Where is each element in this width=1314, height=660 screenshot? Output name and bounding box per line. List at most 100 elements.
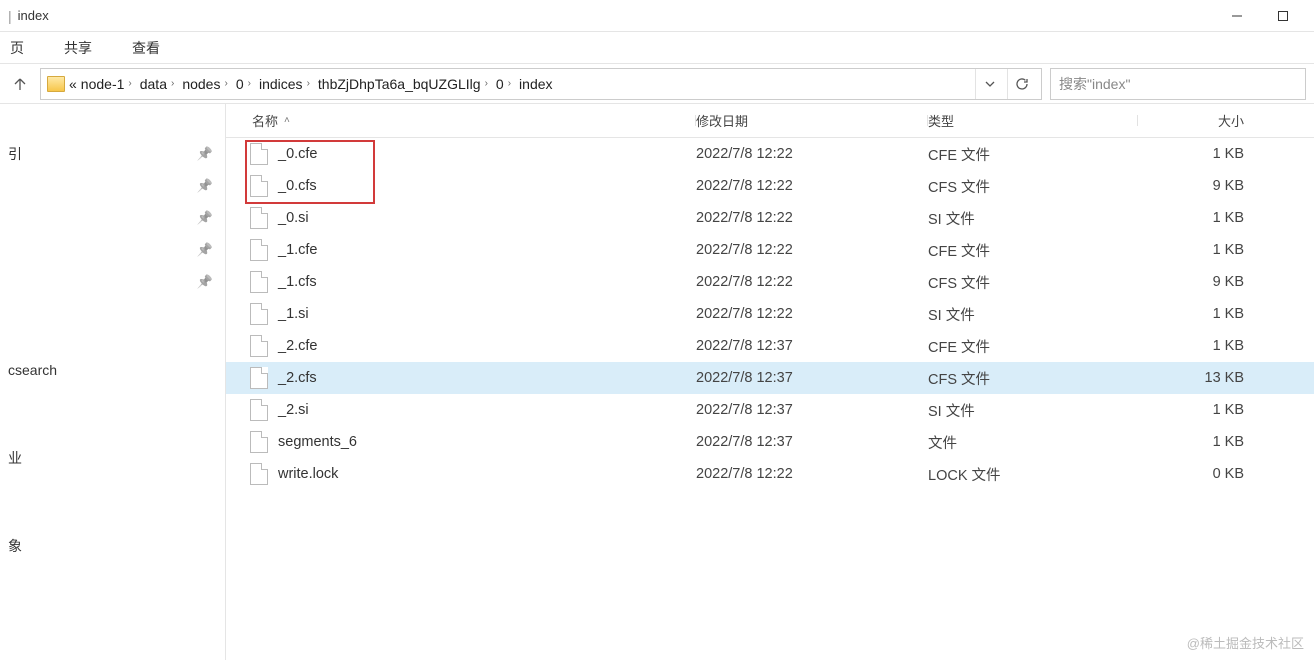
navigation-pane: 引📌📌📌📌📌csearch业象 [0, 104, 226, 660]
ribbon-tab-home[interactable]: 页 [8, 34, 26, 62]
file-rows: _0.cfe2022/7/8 12:22CFE 文件1 KB_0.cfs2022… [226, 138, 1314, 490]
breadcrumb-item[interactable]: thbZjDhpTa6a_bqUZGLIlg› [318, 76, 488, 92]
title-sep: | [8, 8, 12, 24]
nav-item[interactable] [0, 322, 225, 354]
breadcrumb-item[interactable]: nodes› [182, 76, 228, 92]
file-type-cell: CFE 文件 [928, 240, 1138, 261]
column-header-size[interactable]: 大小 [1138, 111, 1256, 130]
file-name-cell: _0.cfe [250, 143, 696, 165]
file-row[interactable]: _1.cfs2022/7/8 12:22CFS 文件9 KB [226, 266, 1314, 298]
nav-item-label: 引 [8, 144, 22, 164]
chevron-right-icon: › [248, 78, 251, 89]
file-row[interactable]: write.lock2022/7/8 12:22LOCK 文件0 KB [226, 458, 1314, 490]
maximize-button[interactable] [1260, 0, 1306, 32]
pin-icon: 📌 [197, 210, 213, 226]
file-size-cell: 9 KB [1138, 274, 1256, 290]
address-bar[interactable]: « node-1›data›nodes›0›indices›thbZjDhpTa… [40, 68, 1042, 100]
file-name-label: segments_6 [278, 434, 357, 450]
pin-icon: 📌 [197, 242, 213, 258]
file-name-label: _1.cfe [278, 242, 318, 258]
pin-icon: 📌 [197, 146, 213, 162]
file-size-cell: 1 KB [1138, 306, 1256, 322]
file-row[interactable]: _1.si2022/7/8 12:22SI 文件1 KB [226, 298, 1314, 330]
column-headers: 名称 ˄ 修改日期 类型 大小 [226, 104, 1314, 138]
file-date-cell: 2022/7/8 12:22 [696, 274, 928, 290]
breadcrumb-item[interactable]: 0› [496, 76, 511, 92]
nav-item[interactable]: 引📌 [0, 138, 225, 170]
file-icon [250, 207, 268, 229]
chevron-right-icon: › [171, 78, 174, 89]
file-size-cell: 1 KB [1138, 146, 1256, 162]
file-name-label: _2.cfe [278, 338, 318, 354]
refresh-button[interactable] [1007, 69, 1035, 99]
file-name-label: _2.si [278, 402, 309, 418]
file-date-cell: 2022/7/8 12:22 [696, 178, 928, 194]
nav-item[interactable]: 📌 [0, 266, 225, 298]
file-icon [250, 367, 268, 389]
file-row[interactable]: _2.cfs2022/7/8 12:37CFS 文件13 KB [226, 362, 1314, 394]
file-size-cell: 1 KB [1138, 402, 1256, 418]
file-size-cell: 1 KB [1138, 242, 1256, 258]
minimize-button[interactable] [1214, 0, 1260, 32]
file-name-label: _2.cfs [278, 370, 317, 386]
nav-item[interactable]: 📌 [0, 202, 225, 234]
file-type-cell: SI 文件 [928, 304, 1138, 325]
file-row[interactable]: _0.cfe2022/7/8 12:22CFE 文件1 KB [226, 138, 1314, 170]
file-row[interactable]: _2.cfe2022/7/8 12:37CFE 文件1 KB [226, 330, 1314, 362]
breadcrumb-item[interactable]: index [519, 76, 552, 92]
search-box[interactable] [1050, 68, 1306, 100]
file-icon [250, 303, 268, 325]
search-input[interactable] [1059, 76, 1297, 92]
file-name-cell: _2.si [250, 399, 696, 421]
file-date-cell: 2022/7/8 12:22 [696, 242, 928, 258]
file-row[interactable]: _0.cfs2022/7/8 12:22CFS 文件9 KB [226, 170, 1314, 202]
breadcrumb-item[interactable]: indices› [259, 76, 310, 92]
file-row[interactable]: _0.si2022/7/8 12:22SI 文件1 KB [226, 202, 1314, 234]
nav-item[interactable]: 📌 [0, 170, 225, 202]
address-dropdown-button[interactable] [975, 69, 1003, 99]
file-type-cell: 文件 [928, 432, 1138, 453]
file-row[interactable]: segments_62022/7/8 12:37文件1 KB [226, 426, 1314, 458]
ribbon-tab-view[interactable]: 查看 [130, 34, 162, 62]
chevron-right-icon: › [307, 78, 310, 89]
breadcrumb-item[interactable]: node-1› [81, 76, 132, 92]
file-type-cell: CFS 文件 [928, 368, 1138, 389]
breadcrumb-item[interactable]: data › [140, 76, 175, 92]
nav-item[interactable] [0, 410, 225, 442]
file-name-cell: _1.si [250, 303, 696, 325]
nav-up-button[interactable] [8, 72, 32, 96]
file-type-cell: CFE 文件 [928, 144, 1138, 165]
nav-item-label: 象 [8, 536, 22, 556]
file-name-label: _0.si [278, 210, 309, 226]
breadcrumb-label: data [140, 76, 167, 92]
file-date-cell: 2022/7/8 12:37 [696, 402, 928, 418]
file-date-cell: 2022/7/8 12:22 [696, 210, 928, 226]
column-header-type[interactable]: 类型 [928, 111, 1138, 130]
file-name-cell: _1.cfe [250, 239, 696, 261]
nav-item[interactable]: 业 [0, 442, 225, 474]
chevron-right-icon: › [508, 78, 511, 89]
file-size-cell: 0 KB [1138, 466, 1256, 482]
file-row[interactable]: _1.cfe 2022/7/8 12:22CFE 文件1 KB [226, 234, 1314, 266]
file-date-cell: 2022/7/8 12:22 [696, 146, 928, 162]
column-header-date[interactable]: 修改日期 [696, 111, 928, 130]
file-type-cell: LOCK 文件 [928, 464, 1138, 485]
file-name-label: _1.si [278, 306, 309, 322]
sort-indicator-icon: ˄ [284, 115, 290, 126]
nav-item[interactable]: 象 [0, 530, 225, 562]
nav-item[interactable]: csearch [0, 354, 225, 386]
file-icon [250, 143, 268, 165]
chevron-right-icon: › [128, 78, 131, 89]
file-type-cell: SI 文件 [928, 400, 1138, 421]
nav-item[interactable]: 📌 [0, 234, 225, 266]
column-header-name[interactable]: 名称 ˄ [250, 111, 696, 130]
file-row[interactable]: _2.si 2022/7/8 12:37SI 文件1 KB [226, 394, 1314, 426]
file-type-cell: SI 文件 [928, 208, 1138, 229]
nav-item[interactable] [0, 498, 225, 530]
ribbon-tab-share[interactable]: 共享 [62, 34, 94, 62]
file-type-cell: CFS 文件 [928, 272, 1138, 293]
breadcrumb-item[interactable]: 0› [236, 76, 251, 92]
file-name-cell: _2.cfs [250, 367, 696, 389]
breadcrumb-label: thbZjDhpTa6a_bqUZGLIlg [318, 76, 481, 92]
file-icon [250, 399, 268, 421]
